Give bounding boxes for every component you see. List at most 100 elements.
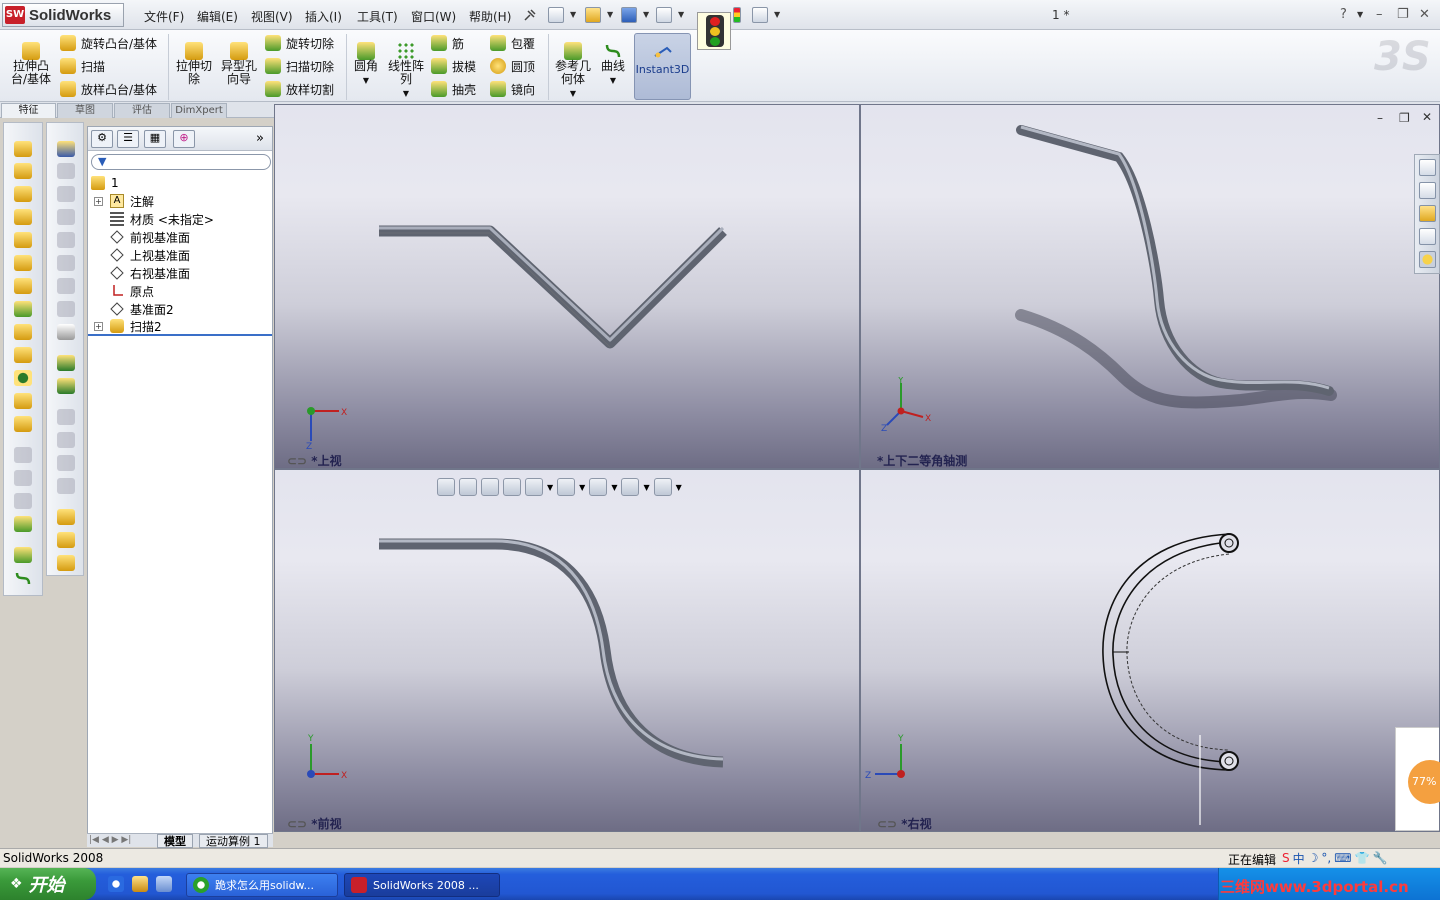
wrap-icon[interactable] (14, 416, 32, 432)
combine-icon[interactable] (57, 301, 75, 317)
ime-mode-icon[interactable]: 中 (1293, 850, 1305, 867)
tab-scroll-arrows-icon[interactable]: |◀ ◀ ▶ ▶| (89, 835, 131, 845)
chevron-down-icon[interactable]: ▼ (774, 10, 780, 19)
tree-item-right-plane[interactable]: 右视基准面 (88, 264, 272, 282)
skin-icon[interactable]: 👕 (1355, 851, 1370, 865)
extrude-cut-button[interactable]: 拉伸切 除 (173, 42, 215, 86)
curve-pattern-icon[interactable] (57, 432, 75, 448)
extrude-boss-button[interactable]: 拉伸凸 台/基体 (8, 42, 54, 86)
solidworks-resources-icon[interactable] (1419, 159, 1436, 176)
close-button[interactable]: ✕ (1419, 7, 1430, 22)
shell-icon[interactable] (14, 393, 32, 409)
reference-geometry-icon[interactable] (14, 547, 32, 563)
tab-motion-study[interactable]: 运动算例 1 (199, 834, 268, 848)
boundary-boss-icon[interactable] (14, 232, 32, 248)
revolve-cut-icon[interactable] (57, 163, 75, 179)
dome-button[interactable]: 圆顶 (490, 57, 535, 75)
start-button[interactable]: ❖ 开始 (0, 868, 96, 900)
viewport-restore-button[interactable]: ❐ (1399, 111, 1410, 125)
fillet-icon[interactable] (14, 301, 32, 317)
curve-icon[interactable] (14, 570, 32, 586)
chevron-down-icon[interactable]: ▼ (570, 10, 576, 19)
viewport-isometric[interactable]: Y X Z *上下二等角轴测 – ❐ ✕ (860, 104, 1440, 469)
solidworks-logo[interactable]: SW SolidWorks (2, 3, 124, 27)
link-views-icon[interactable]: ⊂⊃ (877, 817, 901, 831)
apply-scene-icon[interactable] (653, 478, 672, 496)
draft-button[interactable]: 拔模 (431, 57, 476, 75)
viewport-right[interactable]: Y Z ⊂⊃ *右视 (860, 469, 1440, 832)
configurationmanager-tab-icon[interactable]: ▦ (144, 130, 166, 148)
rebuild-light-icon[interactable] (733, 7, 741, 23)
print-icon[interactable] (656, 7, 672, 23)
help-icon[interactable]: ? (1340, 7, 1347, 22)
show-desktop-icon[interactable] (156, 876, 172, 892)
indent-icon[interactable] (14, 493, 32, 509)
revolve-boss-icon[interactable] (14, 163, 32, 179)
ime-punctuation-icon[interactable]: °, (1321, 851, 1331, 865)
tab-model[interactable]: 模型 (157, 834, 193, 848)
expand-icon[interactable]: + (94, 196, 103, 206)
chevron-down-icon[interactable]: ▼ (570, 89, 576, 98)
circular-pattern-icon[interactable] (57, 378, 75, 394)
linear-pattern-button[interactable]: 线性阵 列 ▼ (385, 42, 427, 100)
taskbar-item-browser[interactable]: 跪求怎么用solidw... (186, 873, 338, 897)
deform-icon[interactable] (14, 470, 32, 486)
loft-cut-icon[interactable] (57, 209, 75, 225)
ime-width-icon[interactable]: ☽ (1308, 851, 1319, 865)
table-pattern-icon[interactable] (57, 478, 75, 494)
appearances-icon[interactable] (1419, 251, 1436, 268)
sweep-cut-button[interactable]: 扫描切除 (265, 57, 334, 75)
featuremanager-tab-icon[interactable]: ⚙ (91, 130, 113, 148)
split-icon[interactable] (57, 278, 75, 294)
reference-geometry-button[interactable]: 参考几 何体 ▼ (552, 42, 594, 100)
save-icon[interactable] (621, 7, 637, 23)
propertymanager-tab-icon[interactable]: ☰ (117, 130, 139, 148)
view-palette-icon[interactable] (1419, 228, 1436, 245)
loft-cut-button[interactable]: 放样切割 (265, 80, 334, 98)
tree-item-origin[interactable]: 原点 (88, 282, 272, 300)
viewport-minimize-button[interactable]: – (1377, 111, 1383, 125)
quicklaunch-icon[interactable] (132, 876, 148, 892)
chevron-down-icon[interactable]: ▼ (610, 76, 616, 85)
tools-icon[interactable]: 🔧 (1373, 851, 1388, 865)
revolve-cut-button[interactable]: 旋转切除 (265, 34, 334, 52)
dimxpertmanager-tab-icon[interactable]: ⊕ (173, 130, 195, 148)
chevron-down-icon[interactable]: ▼ (643, 10, 649, 19)
new-document-icon[interactable] (548, 7, 564, 23)
revolve-boss-button[interactable]: 旋转凸台/基体 (60, 34, 157, 52)
move-face-icon[interactable] (57, 509, 75, 525)
extrude-boss-icon[interactable] (14, 141, 32, 157)
fillet-button[interactable]: 圆角 ▼ (350, 42, 382, 87)
chevron-down-icon[interactable]: ▼ (363, 76, 369, 85)
sketch-pattern-icon[interactable] (57, 455, 75, 471)
tree-item-annotations[interactable]: + A 注解 (88, 192, 272, 210)
viewport-top[interactable]: X Z ⊂⊃ *上视 (274, 104, 860, 469)
keyboard-icon[interactable]: ⌨ (1334, 851, 1351, 865)
design-library-icon[interactable] (1419, 182, 1436, 199)
boundary-cut-icon[interactable] (57, 232, 75, 248)
hide-show-items-icon[interactable] (589, 478, 608, 496)
menu-view[interactable]: 视图(V) (251, 8, 293, 25)
thicken-cut-icon[interactable] (57, 255, 75, 271)
menu-tools[interactable]: 工具(T) (357, 8, 398, 25)
cosmetic-thread-icon[interactable] (57, 324, 75, 340)
rib-button[interactable]: 筋 (431, 34, 464, 52)
pin-icon[interactable] (522, 7, 538, 23)
hole-wizard-button[interactable]: 异型孔 向导 (218, 42, 260, 86)
minimize-button[interactable]: – (1376, 7, 1383, 22)
dome-icon[interactable] (14, 516, 32, 532)
sweep-icon[interactable] (14, 186, 32, 202)
previous-view-icon[interactable] (481, 478, 499, 496)
menu-window[interactable]: 窗口(W) (411, 8, 456, 25)
viewport-front[interactable]: Y X ⊂⊃ *前视 (274, 469, 860, 832)
instant3d-button[interactable]: Instant3D (634, 33, 691, 100)
shell-button[interactable]: 抽壳 (431, 80, 476, 98)
mirror-icon[interactable] (57, 409, 75, 425)
menu-edit[interactable]: 编辑(E) (197, 8, 238, 25)
wrap-button[interactable]: 包覆 (490, 34, 535, 52)
chevron-down-icon[interactable]: ▼ (643, 483, 649, 492)
chevron-down-icon[interactable]: ▼ (611, 483, 617, 492)
tab-features[interactable]: 特征 (1, 103, 56, 118)
ie-icon[interactable] (108, 876, 124, 892)
link-views-icon[interactable]: ⊂⊃ (287, 817, 311, 831)
